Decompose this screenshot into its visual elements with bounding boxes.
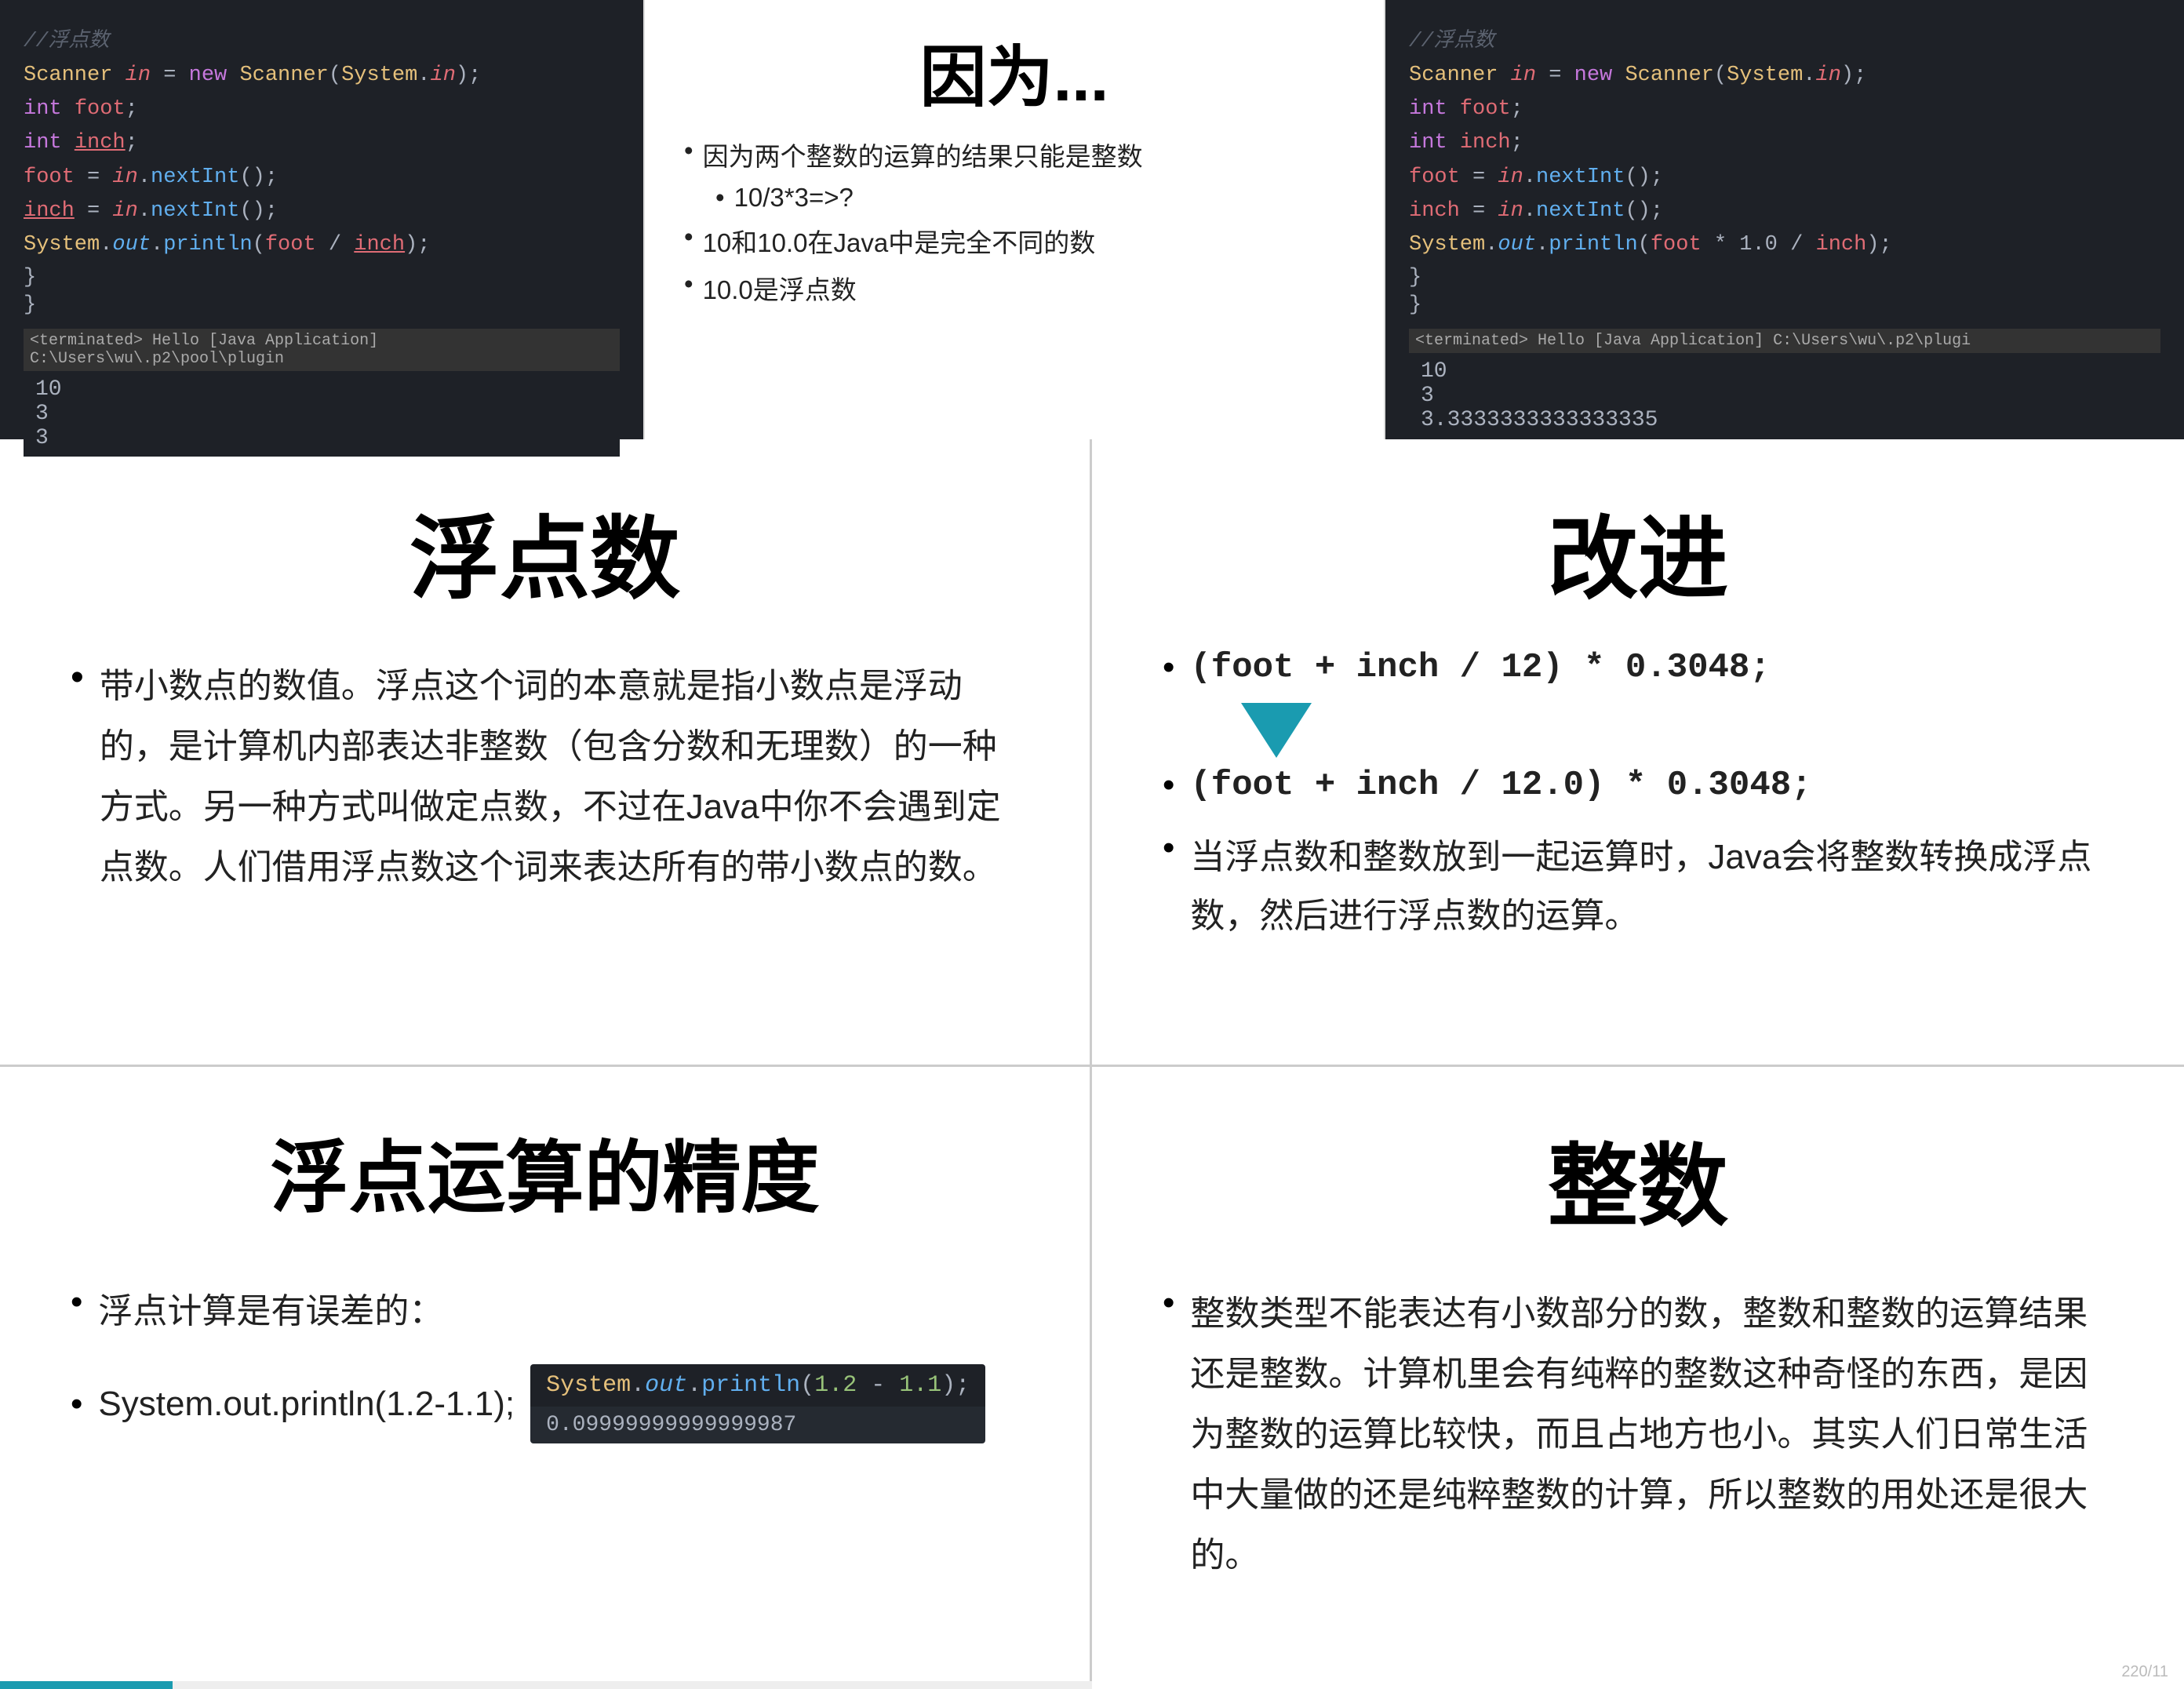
code-panel-left: //浮点数 Scanner in = new Scanner(System.in… [0,0,643,439]
yinwei-title: 因为... [684,24,1345,120]
precision-bullet1: • 浮点计算是有误差的： [71,1283,1019,1333]
scroll-track[interactable] [0,1681,1092,1689]
scroll-thumb[interactable] [0,1681,173,1689]
terminal-bar-right: <terminated> Hello [Java Application] C:… [1409,329,2160,353]
comment-right: //浮点数 [1409,24,2160,53]
bullet-reason-4: •10.0是浮点数 [684,269,1345,307]
precision-bullet2: • System.out.println(1.2-1.1); System.ou… [71,1364,1019,1443]
arrow-down-icon [1241,703,1312,758]
float-panel: 浮点数 • 带小数点的数值。浮点这个词的本意就是指小数点是浮动的，是计算机内部表… [0,439,1092,1067]
comment-left: //浮点数 [24,24,620,53]
precision-panel: 浮点运算的精度 • 浮点计算是有误差的： • System.out.printl… [0,1067,1092,1689]
middle-section: 浮点数 • 带小数点的数值。浮点这个词的本意就是指小数点是浮动的，是计算机内部表… [0,439,2184,1067]
bullet-reason-3: •10和10.0在Java中是完全不同的数 [684,222,1345,260]
float-content: • 带小数点的数值。浮点这个词的本意就是指小数点是浮动的，是计算机内部表达非整数… [71,656,1019,897]
improve-panel: 改进 • (foot + inch / 12) * 0.3048; • (foo… [1092,439,2184,1067]
improve-bullet1: • (foot + inch / 12) * 0.3048; [1163,648,2113,687]
integer-title: 整数 [1163,1114,2113,1244]
middle-reason-panel: 因为... •因为两个整数的运算的结果只能是整数 •10/3*3=>? •10和… [643,0,1385,439]
improve-bullet2: • (foot + inch / 12.0) * 0.3048; [1163,766,2113,805]
bullet-reason-2: •10/3*3=>? [715,183,1345,213]
page-info: 220/11 [2121,1663,2168,1681]
precision-title: 浮点运算的精度 [71,1114,1019,1228]
improve-bullet3: • 当浮点数和整数放到一起运算时，Java会将整数转换成浮点数，然后进行浮点数的… [1163,828,2113,946]
float-title: 浮点数 [71,486,1019,617]
integer-panel: 整数 • 整数类型不能表达有小数部分的数，整数和整数的运算结果还是整数。计算机里… [1092,1067,2184,1689]
code-screenshot-block: System.out.println(1.2 - 1.1); 0.0999999… [530,1364,985,1443]
bottom-section: 浮点运算的精度 • 浮点计算是有误差的： • System.out.printl… [0,1067,2184,1689]
terminal-bar-left: <terminated> Hello [Java Application] C:… [24,329,620,371]
integer-bullet: • 整数类型不能表达有小数部分的数，整数和整数的运算结果还是整数。计算机里会有纯… [1163,1283,2113,1585]
code-panel-right: //浮点数 Scanner in = new Scanner(System.in… [1385,0,2184,439]
improve-title: 改进 [1163,486,2113,617]
terminal-output-right: 1033.3333333333333335 [1409,353,2160,439]
bullet-reason-1: •因为两个整数的运算的结果只能是整数 [684,136,1345,173]
